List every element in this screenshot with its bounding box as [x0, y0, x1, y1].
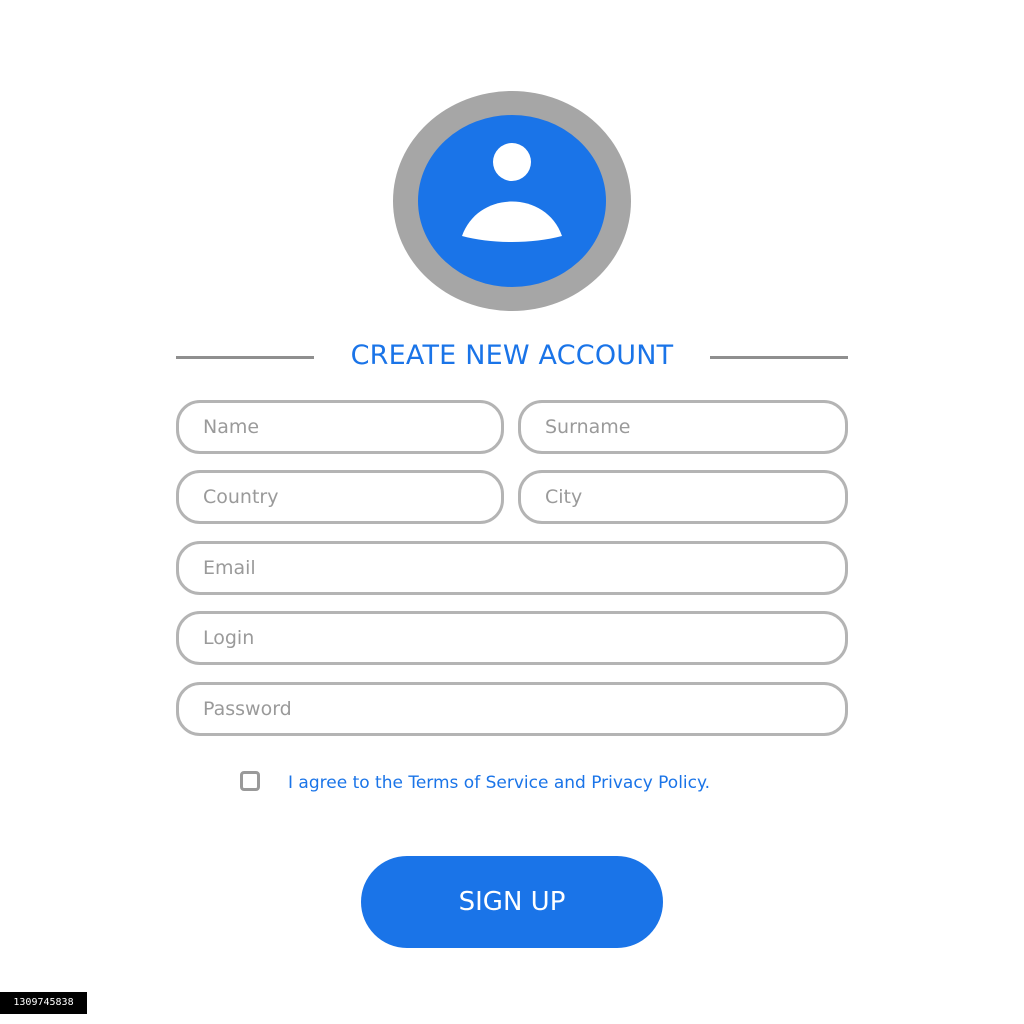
- password-input[interactable]: [203, 685, 845, 733]
- user-icon: [393, 91, 631, 311]
- name-input[interactable]: [203, 403, 501, 451]
- agree-checkbox[interactable]: [240, 771, 260, 791]
- surname-input[interactable]: [545, 403, 845, 451]
- country-input[interactable]: [203, 473, 501, 521]
- password-field[interactable]: [176, 682, 848, 736]
- login-field[interactable]: [176, 611, 848, 665]
- email-input[interactable]: [203, 544, 845, 592]
- city-field[interactable]: [518, 470, 848, 524]
- surname-field[interactable]: [518, 400, 848, 454]
- stock-id-label: 1309745838: [0, 992, 87, 1014]
- agree-label[interactable]: I agree to the Terms of Service and Priv…: [288, 770, 710, 796]
- signup-form-page: CREATE NEW ACCOUNT I agree to the Terms …: [0, 0, 1024, 1024]
- page-title: CREATE NEW ACCOUNT: [350, 340, 674, 371]
- divider-left: [176, 356, 314, 359]
- login-input[interactable]: [203, 614, 845, 662]
- name-field[interactable]: [176, 400, 504, 454]
- email-field[interactable]: [176, 541, 848, 595]
- heading-row: CREATE NEW ACCOUNT: [176, 336, 848, 376]
- country-field[interactable]: [176, 470, 504, 524]
- city-input[interactable]: [545, 473, 845, 521]
- divider-right: [710, 356, 848, 359]
- sign-up-button[interactable]: SIGN UP: [361, 856, 663, 948]
- avatar: [392, 90, 632, 312]
